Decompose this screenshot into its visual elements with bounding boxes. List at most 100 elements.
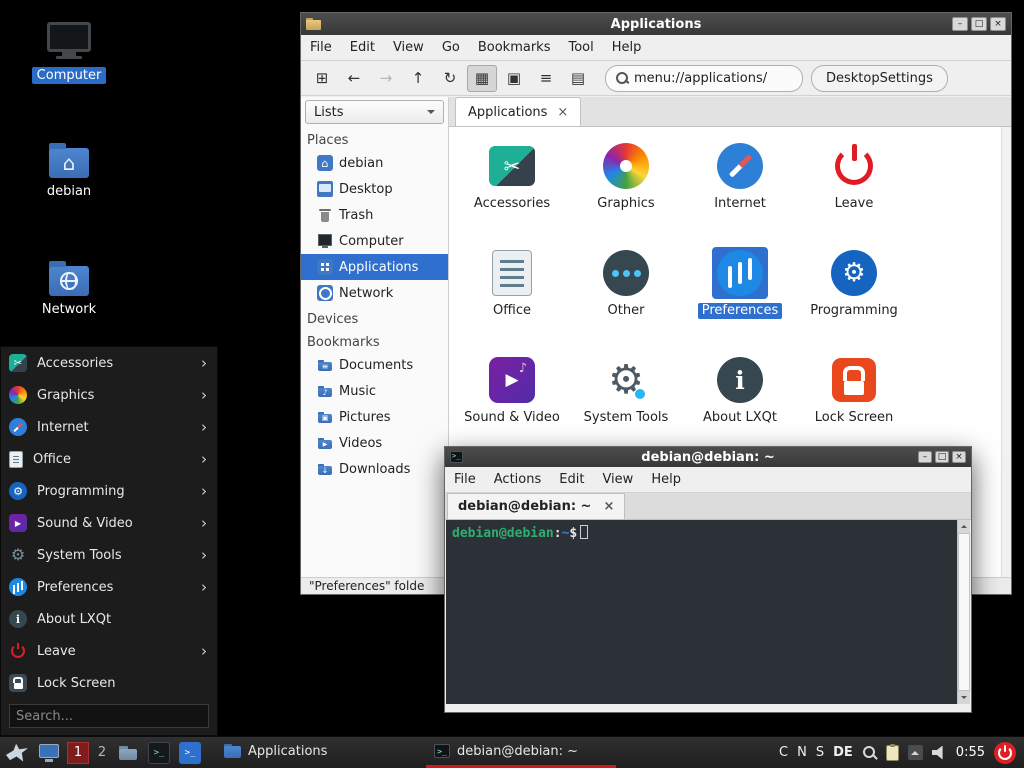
accessories-icon <box>489 146 535 186</box>
place-network[interactable]: Network <box>301 280 448 306</box>
place-desktop[interactable]: Desktop <box>301 176 448 202</box>
magnifier-tray-icon[interactable] <box>862 745 877 760</box>
detailed-view-button[interactable] <box>563 65 593 92</box>
bookmark-pictures[interactable]: Pictures <box>301 404 448 430</box>
menu-file[interactable]: File <box>445 467 485 492</box>
menu-go[interactable]: Go <box>433 35 469 60</box>
show-desktop-button[interactable] <box>36 740 62 766</box>
menu-item-graphics[interactable]: Graphics › <box>1 379 217 411</box>
menu-item-about-lxqt[interactable]: About LXQt <box>1 603 217 635</box>
app-item-accessories[interactable]: Accessories <box>458 140 566 247</box>
thumbnail-view-button[interactable] <box>499 65 529 92</box>
tab-close-icon[interactable]: × <box>603 499 614 514</box>
app-item-system-tools[interactable]: System Tools <box>572 354 680 461</box>
volume-tray-icon[interactable] <box>932 746 947 760</box>
menu-item-internet[interactable]: Internet › <box>1 411 217 443</box>
back-button[interactable] <box>339 65 369 92</box>
desktop-icon-debian[interactable]: ⌂ debian <box>17 140 121 200</box>
menu-item-system-tools[interactable]: System Tools › <box>1 539 217 571</box>
menu-view[interactable]: View <box>384 35 433 60</box>
main-menu-button[interactable] <box>3 739 31 767</box>
workspace-1-button[interactable]: 1 <box>67 742 89 764</box>
taskbutton-terminal[interactable]: debian@debian: ~ <box>426 737 616 768</box>
close-button[interactable]: × <box>952 451 966 463</box>
maximize-button[interactable]: □ <box>935 451 949 463</box>
workspace-2-button[interactable]: 2 <box>94 742 110 764</box>
app-item-about-lxqt[interactable]: About LXQt <box>686 354 794 461</box>
forward-button[interactable] <box>371 65 401 92</box>
menu-help[interactable]: Help <box>642 467 690 492</box>
place-trash[interactable]: Trash <box>301 202 448 228</box>
minimize-button[interactable]: – <box>918 451 932 463</box>
terminal-screen[interactable]: debian@debian:~$ <box>446 520 957 704</box>
address-bar[interactable]: menu://applications/ <box>605 65 803 92</box>
sidebar-mode-select[interactable]: Lists <box>305 100 444 124</box>
quicklaunch-terminal[interactable] <box>146 740 172 766</box>
up-button[interactable] <box>403 65 433 92</box>
scroll-up-icon[interactable] <box>958 520 970 533</box>
menu-search-input[interactable] <box>9 704 209 728</box>
menu-edit[interactable]: Edit <box>341 35 384 60</box>
power-button[interactable] <box>994 742 1016 764</box>
new-tab-button[interactable] <box>307 65 337 92</box>
app-item-preferences[interactable]: Preferences <box>686 247 794 354</box>
menu-file[interactable]: File <box>301 35 341 60</box>
menu-item-sound-video[interactable]: Sound & Video › <box>1 507 217 539</box>
menu-edit[interactable]: Edit <box>550 467 593 492</box>
terminal-scrollbar[interactable] <box>957 520 970 704</box>
menu-item-programming[interactable]: Programming › <box>1 475 217 507</box>
updates-tray-icon[interactable] <box>908 745 923 760</box>
minimize-button[interactable]: – <box>952 17 968 31</box>
taskbutton-applications[interactable]: Applications <box>216 737 421 768</box>
menu-item-accessories[interactable]: Accessories › <box>1 347 217 379</box>
maximize-button[interactable]: □ <box>971 17 987 31</box>
tab-close-icon[interactable]: × <box>557 105 568 120</box>
app-item-sound-video[interactable]: Sound & Video <box>458 354 566 461</box>
file-manager-titlebar[interactable]: Applications – □ × <box>301 13 1011 35</box>
place-debian[interactable]: debian <box>301 150 448 176</box>
icon-view-button[interactable] <box>467 65 497 92</box>
menu-actions[interactable]: Actions <box>485 467 551 492</box>
menu-item-preferences[interactable]: Preferences › <box>1 571 217 603</box>
terminal-tab[interactable]: debian@debian: ~ × <box>447 493 625 519</box>
app-item-other[interactable]: Other <box>572 247 680 354</box>
window-title: debian@debian: ~ <box>445 450 971 465</box>
scrollbar-thumb[interactable] <box>958 533 970 691</box>
refresh-button[interactable] <box>435 65 465 92</box>
app-item-internet[interactable]: Internet <box>686 140 794 247</box>
place-computer[interactable]: Computer <box>301 228 448 254</box>
menu-help[interactable]: Help <box>603 35 651 60</box>
menu-bookmarks[interactable]: Bookmarks <box>469 35 560 60</box>
keyboard-layout-indicator[interactable]: DE <box>833 745 853 760</box>
scroll-down-icon[interactable] <box>958 691 970 704</box>
terminal-titlebar[interactable]: debian@debian: ~ – □ × <box>445 447 971 467</box>
bookmark-videos[interactable]: Videos <box>301 430 448 456</box>
menu-item-lock-screen[interactable]: Lock Screen <box>1 667 217 699</box>
system-tools-icon <box>9 546 27 564</box>
quicklaunch-editor[interactable] <box>177 740 203 766</box>
clipboard-tray-icon[interactable] <box>886 745 899 761</box>
menu-tool[interactable]: Tool <box>559 35 602 60</box>
clock[interactable]: 0:55 <box>956 745 985 760</box>
app-item-lock-screen[interactable]: Lock Screen <box>800 354 908 461</box>
bookmark-downloads[interactable]: Downloads <box>301 456 448 482</box>
bookmark-music[interactable]: Music <box>301 378 448 404</box>
app-item-programming[interactable]: Programming <box>800 247 908 354</box>
quicklaunch-file-manager[interactable] <box>115 740 141 766</box>
bookmark-documents[interactable]: Documents <box>301 352 448 378</box>
app-item-graphics[interactable]: Graphics <box>572 140 680 247</box>
app-item-leave[interactable]: Leave <box>800 140 908 247</box>
menu-item-office[interactable]: Office › <box>1 443 217 475</box>
submenu-arrow-icon: › <box>201 546 207 564</box>
desktop-settings-button[interactable]: DesktopSettings <box>811 65 948 92</box>
app-item-office[interactable]: Office <box>458 247 566 354</box>
tab-applications[interactable]: Applications × <box>455 97 581 126</box>
desktop-icon-computer[interactable]: Computer <box>17 22 121 84</box>
close-button[interactable]: × <box>990 17 1006 31</box>
place-applications[interactable]: Applications <box>301 254 448 280</box>
vertical-scrollbar[interactable] <box>1001 127 1011 577</box>
compact-view-button[interactable] <box>531 65 561 92</box>
menu-item-leave[interactable]: Leave › <box>1 635 217 667</box>
menu-view[interactable]: View <box>593 467 642 492</box>
desktop-icon-network[interactable]: Network <box>17 258 121 318</box>
